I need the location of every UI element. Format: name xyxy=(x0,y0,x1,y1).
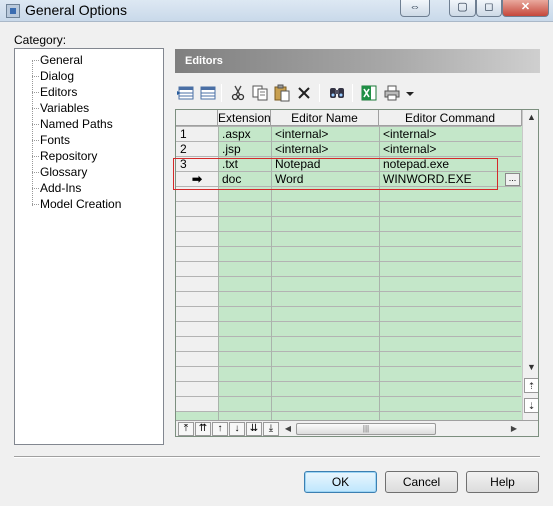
dropdown-arrow-icon[interactable] xyxy=(404,84,416,102)
editor-name-cell[interactable]: <internal> xyxy=(271,142,328,157)
grid-row-line xyxy=(176,246,521,247)
grid-row-line xyxy=(176,396,521,397)
app-icon xyxy=(6,4,20,18)
panel-title: Editors xyxy=(175,49,540,73)
grid-row-line xyxy=(176,291,521,292)
category-tree[interactable]: General Dialog Editors Variables Named P… xyxy=(14,48,164,445)
grid-row-line xyxy=(176,381,521,382)
grid-row-line xyxy=(176,216,521,217)
row-number[interactable]: 1 xyxy=(176,127,218,142)
print-icon[interactable] xyxy=(383,84,401,102)
tree-line xyxy=(32,60,33,206)
tree-item-general[interactable]: General xyxy=(32,52,83,68)
scroll-end-up-icon[interactable]: ⇡ xyxy=(524,378,538,393)
move-down-icon[interactable]: ↓ xyxy=(229,422,245,436)
browse-command-button[interactable]: ... xyxy=(505,173,520,186)
ok-button[interactable]: OK xyxy=(304,471,377,493)
grid-row-line xyxy=(176,231,521,232)
tree-item-named-paths[interactable]: Named Paths xyxy=(32,116,113,132)
horizontal-scroll-thumb[interactable]: ||| xyxy=(296,423,436,435)
grid-row-line xyxy=(176,321,521,322)
grid-row-line xyxy=(176,201,521,202)
restore-icon[interactable]: ⇔ xyxy=(400,0,430,17)
tree-item-model-creation[interactable]: Model Creation xyxy=(31,196,121,212)
grid-row-line xyxy=(176,261,521,262)
scroll-down-icon[interactable]: ▼ xyxy=(524,360,538,375)
grid-row-line xyxy=(176,411,521,412)
add-row-icon[interactable] xyxy=(199,84,217,102)
move-page-up-icon[interactable]: ⇈ xyxy=(195,422,211,436)
tree-item-dialog[interactable]: Dialog xyxy=(31,68,74,84)
insert-row-icon[interactable] xyxy=(177,84,195,102)
scroll-left-icon[interactable]: ◀ xyxy=(282,422,294,436)
category-label: Category: xyxy=(14,33,67,47)
cancel-button[interactable]: Cancel xyxy=(385,471,458,493)
grid-bottom-bar: ⤒ ⇈ ↑ ↓ ⇊ ⤓ ◀ ||| ▶ xyxy=(176,420,538,436)
grid-row-line xyxy=(176,306,521,307)
editor-command-cell[interactable]: <internal> xyxy=(379,127,436,142)
toolbar-separator xyxy=(352,84,353,102)
window-title: General Options xyxy=(25,2,127,18)
move-up-icon[interactable]: ↑ xyxy=(212,422,228,436)
column-header-editor-name[interactable]: Editor Name xyxy=(271,110,379,126)
divider xyxy=(14,456,540,458)
tree-item-fonts[interactable]: Fonts xyxy=(31,132,70,148)
delete-icon[interactable] xyxy=(295,84,313,102)
move-page-down-icon[interactable]: ⇊ xyxy=(246,422,262,436)
row-number[interactable]: 2 xyxy=(176,142,218,157)
excel-export-icon[interactable] xyxy=(360,84,378,102)
tree-item-editors[interactable]: Editors xyxy=(31,84,77,100)
move-top-icon[interactable]: ⤒ xyxy=(178,422,194,436)
maximize-button[interactable]: ◻ xyxy=(476,0,502,17)
column-header-extension[interactable]: Extension xyxy=(218,110,271,126)
help-button[interactable]: Help xyxy=(466,471,539,493)
editors-toolbar xyxy=(175,83,545,103)
vertical-scrollbar[interactable]: ▲ ▼ ⇡ ⇣ xyxy=(522,110,538,420)
grid-row-line xyxy=(176,366,521,367)
paste-icon[interactable] xyxy=(273,84,291,102)
scroll-right-icon[interactable]: ▶ xyxy=(508,422,520,436)
tree-item-glossary[interactable]: Glossary xyxy=(31,164,87,180)
column-header-editor-command[interactable]: Editor Command xyxy=(379,110,522,126)
extension-cell[interactable]: .aspx xyxy=(218,127,251,142)
copy-icon[interactable] xyxy=(251,84,269,102)
extension-cell[interactable]: .jsp xyxy=(218,142,241,157)
move-bottom-icon[interactable]: ⤓ xyxy=(263,422,279,436)
editor-command-cell[interactable]: <internal> xyxy=(379,142,436,157)
scroll-end-down-icon[interactable]: ⇣ xyxy=(524,398,538,413)
toolbar-separator xyxy=(221,84,222,102)
tree-item-add-ins[interactable]: Add-Ins xyxy=(31,180,81,196)
editor-name-cell[interactable]: <internal> xyxy=(271,127,328,142)
corner-header xyxy=(176,110,218,126)
highlight-box xyxy=(173,158,498,190)
title-bar: General Options ⇔ ▢ ◻ ✕ xyxy=(0,0,553,22)
toolbar-separator xyxy=(319,84,320,102)
scroll-up-icon[interactable]: ▲ xyxy=(524,110,538,125)
minimize-button[interactable]: ▢ xyxy=(449,0,476,17)
tree-item-variables[interactable]: Variables xyxy=(31,100,89,116)
close-button[interactable]: ✕ xyxy=(502,0,549,17)
cut-icon[interactable] xyxy=(229,84,247,102)
grid-row-line xyxy=(176,351,521,352)
tree-item-repository[interactable]: Repository xyxy=(31,148,97,164)
find-icon[interactable] xyxy=(328,84,346,102)
grid-row-line xyxy=(176,276,521,277)
grid-row-line xyxy=(176,336,521,337)
